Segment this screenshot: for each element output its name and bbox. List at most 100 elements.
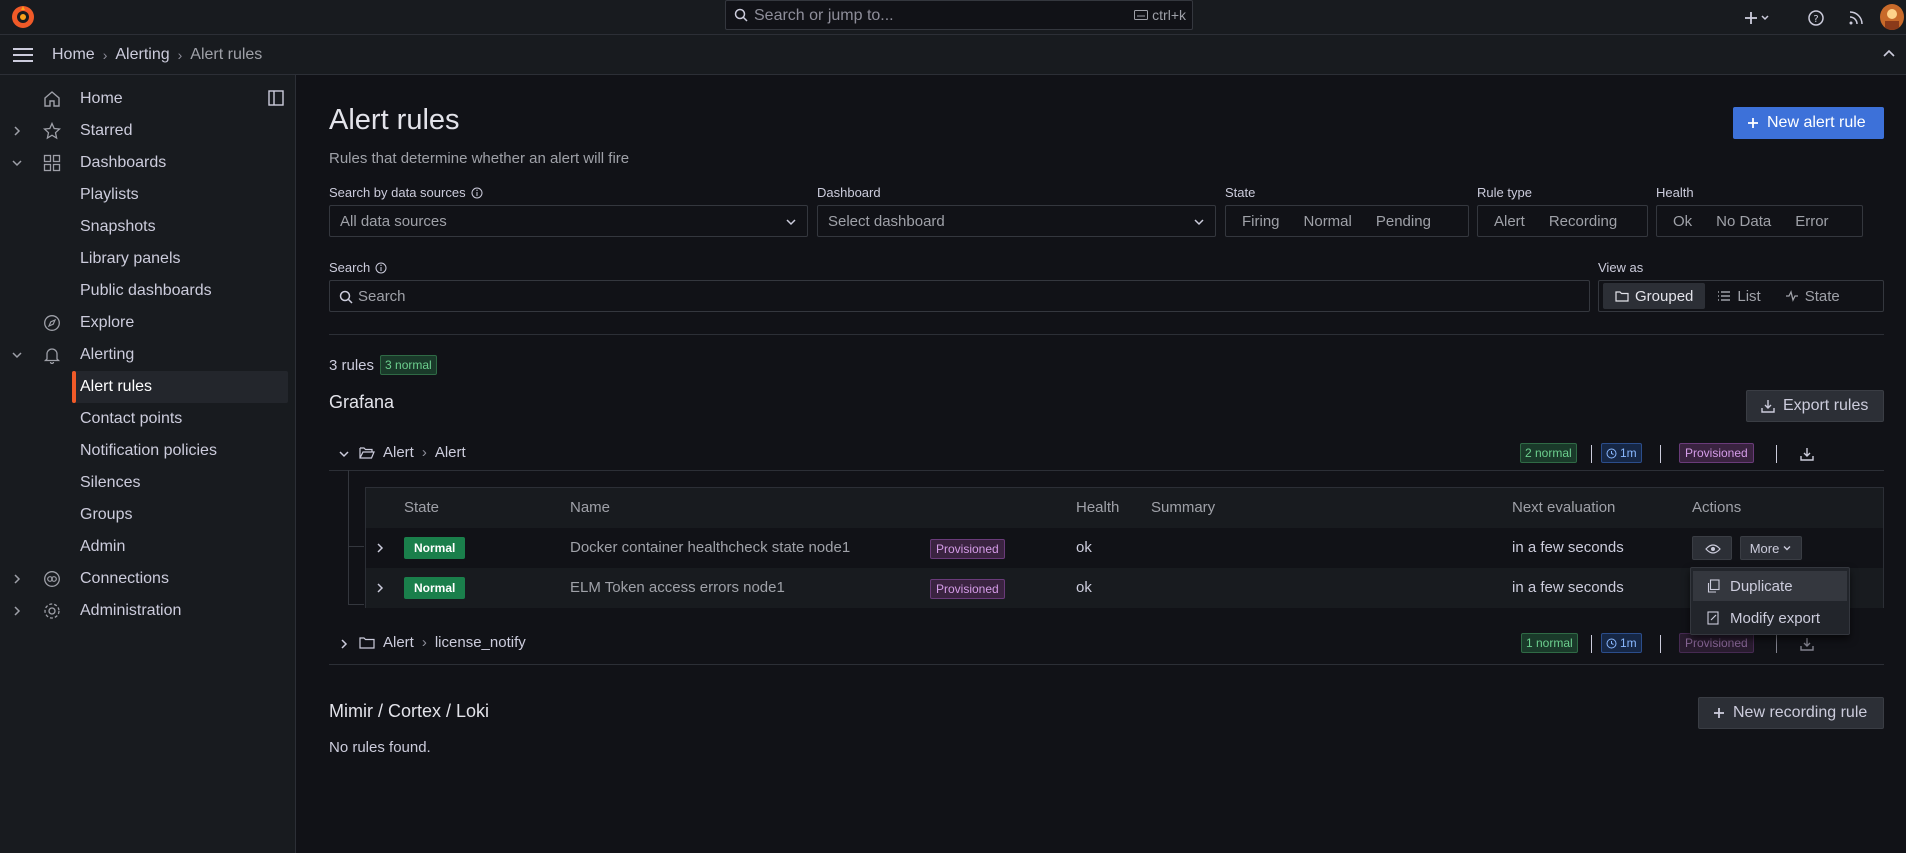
info-icon[interactable]: [375, 262, 387, 274]
sidebar-item-connections[interactable]: Connections: [0, 563, 296, 595]
sidebar-item-alerting[interactable]: Alerting: [0, 339, 296, 371]
sidebar-item-silences[interactable]: Silences: [0, 467, 296, 499]
sidebar-item-label: Snapshots: [80, 218, 156, 235]
sidebar-item-label: Alerting: [80, 346, 135, 363]
rule-group-header[interactable]: Alert › license_notify 1 normal 1m Provi…: [329, 628, 1884, 660]
view-as-label: View as: [1598, 260, 1644, 275]
expand-row-icon[interactable]: [373, 581, 387, 595]
datasource-select[interactable]: All data sources: [329, 205, 808, 237]
grafana-logo-icon[interactable]: [10, 4, 36, 30]
view-as-option-state[interactable]: State: [1773, 283, 1852, 309]
new-recording-rule-button[interactable]: New recording rule: [1698, 697, 1884, 729]
rule-group-folder[interactable]: Alert: [383, 444, 414, 461]
sidebar-item-library-panels[interactable]: Library panels: [0, 243, 296, 275]
sidebar-item-groups[interactable]: Groups: [0, 499, 296, 531]
new-alert-rule-button[interactable]: New alert rule: [1733, 107, 1884, 139]
view-as-option-grouped[interactable]: Grouped: [1603, 283, 1706, 309]
grafana-section-title: Grafana: [329, 392, 395, 412]
add-icon[interactable]: [1744, 6, 1769, 30]
sidebar-item-alert-rules[interactable]: Alert rules: [72, 371, 288, 403]
sidebar-item-label: Silences: [80, 474, 141, 491]
sidebar-item-explore[interactable]: Explore: [0, 307, 296, 339]
compass-icon: [43, 314, 61, 332]
health-option-nodata[interactable]: No Data: [1704, 208, 1783, 234]
sidebar-item-label: Starred: [80, 122, 133, 139]
path-separator-icon: ›: [421, 634, 427, 651]
state-option-firing[interactable]: Firing: [1230, 208, 1292, 234]
export-group-icon[interactable]: [1800, 637, 1814, 651]
health-option-error[interactable]: Error: [1783, 208, 1840, 234]
rss-icon[interactable]: [1844, 6, 1868, 30]
empty-state-text: No rules found.: [329, 739, 431, 756]
rule-type-option-recording[interactable]: Recording: [1537, 208, 1629, 234]
search-icon: [734, 8, 748, 22]
global-search-input[interactable]: Search or jump to... ctrl+k: [725, 0, 1193, 30]
more-actions-menu: Duplicate Modify export: [1690, 567, 1850, 635]
chevron-down-icon[interactable]: [10, 156, 24, 170]
menu-item-modify-export[interactable]: Modify export: [1693, 603, 1847, 633]
export-rules-button[interactable]: Export rules: [1746, 390, 1884, 422]
state-badge: Normal: [404, 537, 466, 559]
menu-item-duplicate[interactable]: Duplicate: [1693, 571, 1847, 601]
state-option-normal[interactable]: Normal: [1292, 208, 1364, 234]
rule-group-header[interactable]: Alert › Alert 2 normal 1m Provisioned: [329, 438, 1884, 470]
health-radio-group: Ok No Data Error: [1656, 205, 1863, 237]
rule-search-input[interactable]: Search: [329, 280, 1590, 312]
apps-icon: [43, 154, 61, 172]
rule-type-option-alert[interactable]: Alert: [1482, 208, 1537, 234]
collapse-icon[interactable]: [1882, 48, 1896, 58]
rule-type-radio-group: Alert Recording: [1477, 205, 1648, 237]
tree-connector: [348, 470, 349, 604]
dashboard-select[interactable]: Select dashboard: [817, 205, 1216, 237]
view-as-radio-group: Grouped List State: [1598, 280, 1884, 312]
edit-file-icon: [1707, 611, 1719, 625]
sidebar-item-public-dashboards[interactable]: Public dashboards: [0, 275, 296, 307]
clock-icon: [1606, 448, 1617, 458]
group-interval-badge: 1m: [1601, 633, 1642, 653]
more-actions-button[interactable]: More: [1740, 536, 1802, 560]
sidebar-item-contact-points[interactable]: Contact points: [0, 403, 296, 435]
breadcrumb-alert-rules: Alert rules: [190, 46, 263, 63]
rule-group-path: Alert › Alert: [383, 444, 466, 461]
breadcrumb-bar: Home › Alerting › Alert rules: [0, 35, 1906, 75]
bell-icon: [43, 346, 61, 364]
view-rule-button[interactable]: [1692, 536, 1732, 560]
separator: [1660, 635, 1661, 653]
chevron-down-icon[interactable]: [10, 348, 24, 362]
info-icon[interactable]: [471, 187, 483, 199]
rule-group-folder[interactable]: Alert: [383, 634, 414, 651]
sidebar-item-notification-policies[interactable]: Notification policies: [0, 435, 296, 467]
search-filter-label: Search: [329, 260, 387, 275]
breadcrumb-home[interactable]: Home: [52, 46, 95, 64]
health-option-ok[interactable]: Ok: [1661, 208, 1704, 234]
chevron-right-icon[interactable]: [10, 124, 24, 138]
table-row[interactable]: Normal ELM Token access errors node1 Pro…: [366, 568, 1883, 608]
sidebar-item-snapshots[interactable]: Snapshots: [0, 211, 296, 243]
chevron-right-icon[interactable]: [10, 572, 24, 586]
chevron-right-icon[interactable]: [337, 637, 351, 651]
column-header-actions: Actions: [1692, 499, 1742, 516]
rule-group-name: license_notify: [434, 634, 526, 651]
table-row[interactable]: Normal Docker container healthcheck stat…: [366, 528, 1883, 568]
sidebar-item-label: Explore: [80, 314, 135, 331]
sidebar-item-playlists[interactable]: Playlists: [0, 179, 296, 211]
state-radio-group: Firing Normal Pending: [1225, 205, 1469, 237]
top-bar: Search or jump to... ctrl+k ?: [0, 0, 1906, 35]
help-icon[interactable]: ?: [1804, 6, 1828, 30]
expand-row-icon[interactable]: [373, 541, 387, 555]
chevron-right-icon[interactable]: [10, 604, 24, 618]
view-as-option-list[interactable]: List: [1705, 283, 1772, 309]
state-option-pending[interactable]: Pending: [1364, 208, 1443, 234]
user-avatar[interactable]: [1880, 4, 1904, 30]
sidebar-item-administration[interactable]: Administration: [0, 595, 296, 627]
sidebar-item-home[interactable]: Home: [0, 83, 296, 115]
menu-toggle-icon[interactable]: [12, 47, 34, 63]
chevron-down-icon[interactable]: [337, 447, 351, 461]
page-title: Alert rules: [329, 104, 460, 136]
export-group-icon[interactable]: [1800, 447, 1814, 461]
breadcrumb-alerting[interactable]: Alerting: [115, 46, 169, 64]
sidebar-item-dashboards[interactable]: Dashboards: [0, 147, 296, 179]
group-divider: [329, 470, 1884, 471]
sidebar-item-admin[interactable]: Admin: [0, 531, 296, 563]
sidebar-item-starred[interactable]: Starred: [0, 115, 296, 147]
